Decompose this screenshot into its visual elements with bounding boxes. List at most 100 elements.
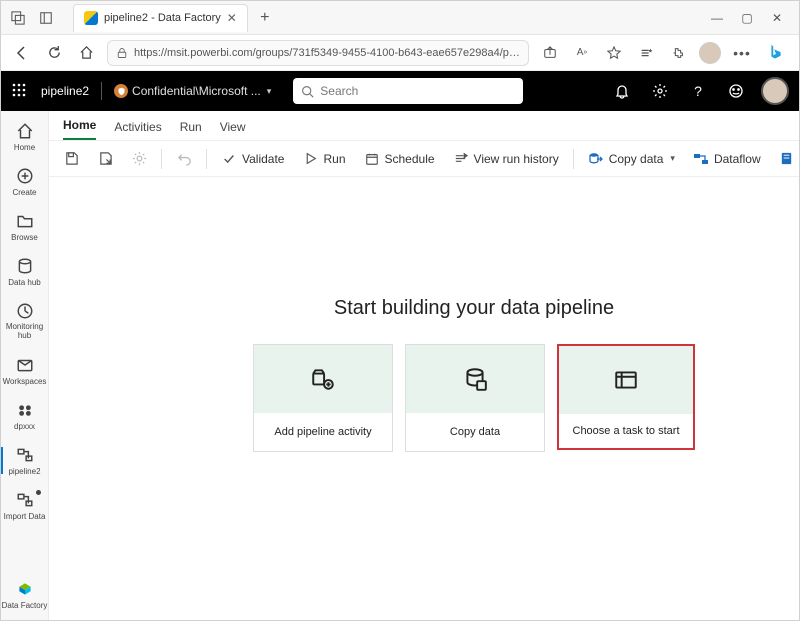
notebook-button[interactable]: Notebook <box>775 148 799 170</box>
undo-button[interactable] <box>172 148 196 170</box>
url-field[interactable]: https://msit.powerbi.com/groups/731f5349… <box>107 40 529 66</box>
sidebar-item-label: Create <box>12 188 36 197</box>
settings-icon[interactable] <box>647 78 673 104</box>
sidebar-item-dpxxx[interactable]: dpxxx <box>1 396 49 435</box>
sidebar-item-browse[interactable]: Browse <box>1 207 49 246</box>
feedback-icon[interactable] <box>723 78 749 104</box>
save-as-icon <box>97 151 113 167</box>
schedule-button[interactable]: Schedule <box>360 148 439 170</box>
copy-data-button[interactable]: Copy data▾ <box>584 148 679 170</box>
card-label: Add pipeline activity <box>254 413 392 451</box>
folder-icon <box>15 211 35 231</box>
browser-tab-title: pipeline2 - Data Factory <box>104 12 221 24</box>
task-icon <box>613 367 639 393</box>
pipeline-name: pipeline2 <box>41 84 89 98</box>
sidebar-item-home[interactable]: Home <box>1 117 49 156</box>
tab-actions-icon[interactable] <box>7 7 29 29</box>
window-controls: — ▢ ✕ <box>709 11 793 25</box>
sidebar-item-data-hub[interactable]: Data hub <box>1 252 49 291</box>
save-as-button[interactable] <box>93 148 117 170</box>
gear-icon <box>131 151 147 167</box>
user-avatar[interactable] <box>761 77 789 105</box>
tab-run[interactable]: Run <box>180 114 202 140</box>
browser-tab[interactable]: pipeline2 - Data Factory ✕ <box>73 4 248 32</box>
favorites-list-icon[interactable] <box>635 42 657 64</box>
sensitivity-label[interactable]: Confidential\Microsoft ... ▾ <box>114 84 271 98</box>
sidebar-item-data-factory[interactable]: Data Factory <box>1 575 49 620</box>
pipeline-canvas: Start building your data pipeline Add pi… <box>49 177 799 620</box>
sidebar-item-label: Import Data <box>4 512 46 521</box>
calendar-icon <box>364 151 380 167</box>
sidebar-item-label: dpxxx <box>14 422 35 431</box>
toolbar: Validate Run Schedule View run history C… <box>49 141 799 177</box>
sidebar-item-monitoring-hub[interactable]: Monitoring hub <box>1 297 49 345</box>
run-button[interactable]: Run <box>298 148 349 170</box>
dataflow-icon <box>693 151 709 167</box>
save-button[interactable] <box>59 148 83 170</box>
tab-home[interactable]: Home <box>63 112 96 140</box>
browser-address-bar: https://msit.powerbi.com/groups/731f5349… <box>1 35 799 71</box>
tab-favicon <box>84 11 98 25</box>
monitoring-icon <box>15 301 35 321</box>
sidebar-item-label: Browse <box>11 233 38 242</box>
sidebar-item-label: Data Factory <box>2 601 48 610</box>
chevron-down-icon: ▾ <box>267 86 272 97</box>
undo-icon <box>176 151 192 167</box>
copy-database-icon <box>462 366 488 392</box>
chevron-down-icon: ▾ <box>670 153 675 164</box>
close-tab-icon[interactable]: ✕ <box>227 11 237 25</box>
data-factory-icon <box>15 579 35 599</box>
settings-button[interactable] <box>127 148 151 170</box>
back-button[interactable] <box>11 42 33 64</box>
notifications-icon[interactable] <box>609 78 635 104</box>
bing-chat-icon[interactable] <box>763 40 789 66</box>
dataflow-button[interactable]: Dataflow <box>689 148 765 170</box>
url-text: https://msit.powerbi.com/groups/731f5349… <box>134 47 520 59</box>
data-hub-icon <box>15 256 35 276</box>
lock-icon <box>116 47 128 59</box>
more-icon[interactable]: ••• <box>731 42 753 64</box>
browser-titlebar: pipeline2 - Data Factory ✕ + — ▢ ✕ <box>1 1 799 35</box>
plus-circle-icon <box>15 166 35 186</box>
sidebar-item-label: Home <box>14 143 35 152</box>
canvas-heading: Start building your data pipeline <box>334 297 614 320</box>
app-launcher-icon[interactable] <box>11 82 29 100</box>
profile-avatar[interactable] <box>699 42 721 64</box>
search-input[interactable]: Search <box>293 78 523 104</box>
extensions-icon[interactable] <box>667 42 689 64</box>
import-icon <box>15 490 35 510</box>
history-icon <box>453 151 469 167</box>
favorite-icon[interactable] <box>603 42 625 64</box>
refresh-button[interactable] <box>43 42 65 64</box>
sidebar-item-workspaces[interactable]: Workspaces <box>1 351 49 390</box>
minimize-button[interactable]: — <box>709 11 725 25</box>
save-icon <box>63 151 79 167</box>
maximize-button[interactable]: ▢ <box>739 11 755 25</box>
home-icon <box>15 121 35 141</box>
indicator-dot-icon <box>36 490 41 495</box>
read-aloud-icon[interactable]: A» <box>571 42 593 64</box>
search-placeholder: Search <box>320 84 358 98</box>
card-add-pipeline-activity[interactable]: Add pipeline activity <box>253 344 393 452</box>
tab-view[interactable]: View <box>220 114 246 140</box>
add-activity-icon <box>310 366 336 392</box>
new-tab-button[interactable]: + <box>254 7 276 29</box>
help-icon[interactable]: ? <box>685 78 711 104</box>
close-window-button[interactable]: ✕ <box>769 11 785 25</box>
copy-data-icon <box>588 151 604 167</box>
card-copy-data[interactable]: Copy data <box>405 344 545 452</box>
validate-button[interactable]: Validate <box>217 148 288 170</box>
main-content: Home Activities Run View Validate Run Sc… <box>49 111 799 620</box>
workspaces-icon <box>15 355 35 375</box>
view-run-history-button[interactable]: View run history <box>449 148 563 170</box>
sidebar-item-label: Workspaces <box>3 377 47 386</box>
vertical-tabs-icon[interactable] <box>35 7 57 29</box>
sidebar-item-pipeline2[interactable]: pipeline2 <box>1 441 49 480</box>
sidebar-item-import-data[interactable]: Import Data <box>1 486 49 525</box>
tab-activities[interactable]: Activities <box>114 114 161 140</box>
home-button[interactable] <box>75 42 97 64</box>
sidebar-item-create[interactable]: Create <box>1 162 49 201</box>
sidebar-item-label: Data hub <box>8 278 40 287</box>
card-choose-task[interactable]: Choose a task to start <box>557 344 695 450</box>
share-icon[interactable] <box>539 42 561 64</box>
